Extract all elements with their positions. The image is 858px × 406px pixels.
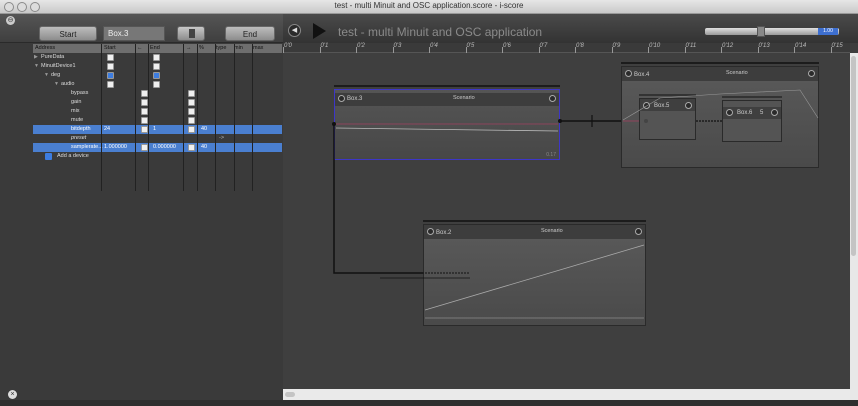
vertical-scroll-thumb[interactable]	[851, 56, 856, 256]
score-connections	[332, 62, 819, 319]
status-bar	[0, 400, 858, 406]
horizontal-scroll-thumb[interactable]	[285, 392, 295, 397]
horizontal-scrollbar[interactable]	[283, 389, 850, 400]
